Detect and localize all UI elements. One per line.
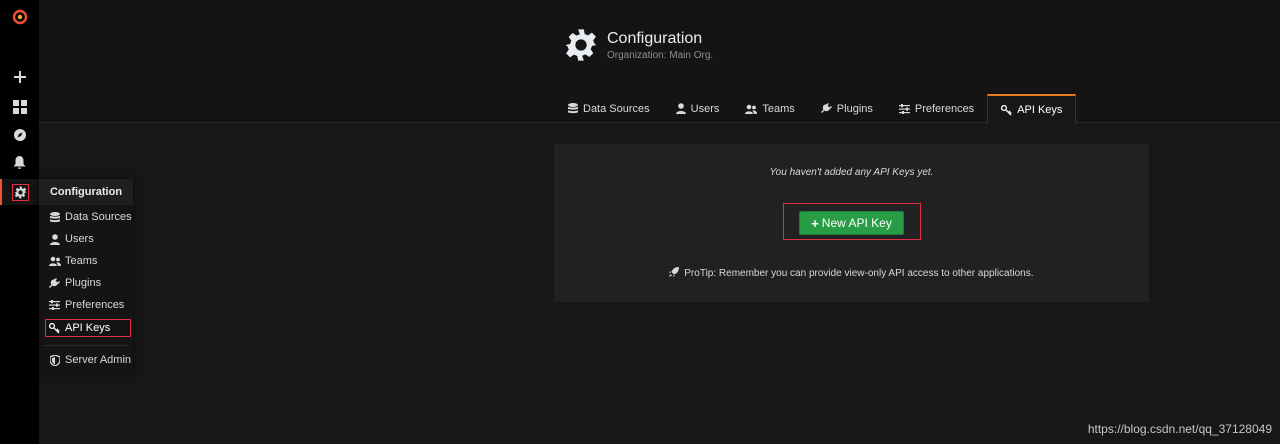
tab-label: Preferences [914,102,975,115]
page-header: Configuration Organization: Main Org. Da… [39,0,1280,124]
dashboards-icon[interactable] [0,94,39,120]
page-subtitle: Organization: Main Org. [607,49,714,61]
new-api-key-button[interactable]: + New API Key [799,211,904,235]
gear-icon [12,183,29,201]
explore-icon[interactable] [0,122,39,148]
plug-icon [820,103,832,114]
menu-item-server-admin[interactable]: Server Admin [39,350,133,370]
protip-text: ProTip: Remember you can provide view-on… [554,267,1149,280]
menu-item-label: Server Admin [65,354,132,366]
tab-teams[interactable]: Teams [732,94,807,123]
user-icon [48,233,61,245]
rocket-icon [669,267,680,280]
tab-preferences[interactable]: Preferences [886,94,987,123]
sliders-icon [48,300,61,310]
menu-divider [43,345,129,346]
grafana-logo-icon[interactable] [0,4,39,30]
shield-icon [48,354,61,366]
tab-label: API Keys [1017,104,1063,116]
menu-item-plugins[interactable]: Plugins [39,273,133,293]
side-menu [0,0,39,444]
menu-item-label: Plugins [65,277,102,289]
tab-label: Plugins [836,102,873,115]
menu-item-label: Teams [65,255,98,267]
page-title: Configuration [607,29,703,47]
tab-label: Data Sources [583,102,650,115]
tab-users[interactable]: Users [663,94,733,123]
protip-label: ProTip: Remember you can provide view-on… [684,268,1034,279]
menu-item-data-sources[interactable]: Data Sources [39,207,133,227]
users-icon [745,104,758,114]
plus-icon[interactable] [0,64,39,90]
menu-title[interactable]: Configuration [39,179,133,205]
button-label: New API Key [821,216,892,230]
api-keys-empty-panel: You haven't added any API Keys yet. + Ne… [554,144,1149,302]
tab-label: Users [690,102,720,115]
sliders-icon [898,103,910,114]
key-icon [48,322,61,334]
menu-item-users[interactable]: Users [39,229,133,249]
configuration-dropdown-menu: Configuration Data Sources Users Teams P… [39,179,133,372]
tab-label: Teams [762,102,795,115]
tab-data-sources[interactable]: Data Sources [555,94,663,123]
menu-item-label: Users [65,233,94,245]
menu-item-preferences[interactable]: Preferences [39,295,133,315]
config-tabs: Data Sources Users Teams Plugins Prefere… [555,94,1077,124]
key-icon [1001,104,1012,116]
plug-icon [48,277,61,289]
configuration-menu-button[interactable] [0,179,39,205]
users-icon [48,256,61,266]
alert-bell-icon[interactable] [0,150,39,176]
watermark: https://blog.csdn.net/qq_37128049 [1087,422,1272,436]
gear-icon [564,28,598,62]
tab-api-keys[interactable]: API Keys [987,94,1077,124]
menu-item-label: Data Sources [65,211,132,223]
database-icon [48,211,61,223]
menu-item-api-keys[interactable]: API Keys [39,318,133,338]
database-icon [568,103,578,114]
plus-icon: + [811,215,819,231]
menu-item-label: API Keys [65,322,111,334]
tab-plugins[interactable]: Plugins [808,94,886,123]
menu-item-label: Preferences [65,299,125,311]
empty-state-message: You haven't added any API Keys yet. [769,167,934,178]
header-title-block: Configuration Organization: Main Org. [564,28,713,62]
menu-item-teams[interactable]: Teams [39,251,133,271]
user-icon [675,103,686,114]
